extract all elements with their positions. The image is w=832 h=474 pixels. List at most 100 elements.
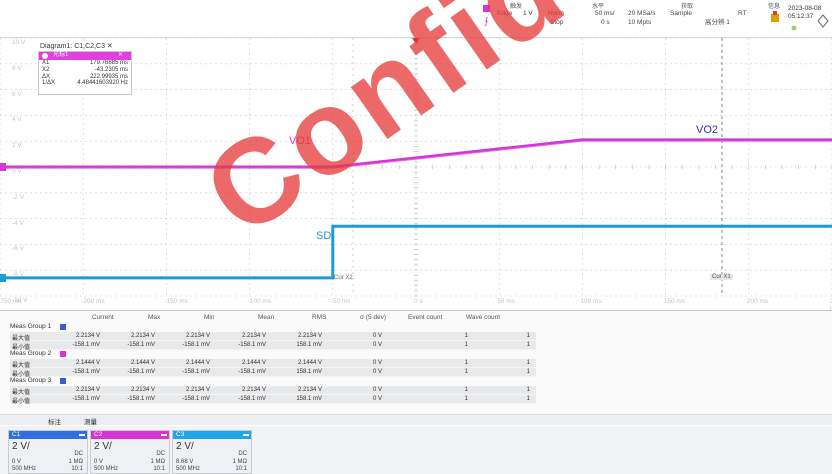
acquire-extra[interactable]: 高分辨 1 — [705, 19, 730, 27]
x-axis-tick-label: -250 ms — [0, 298, 22, 305]
table-cell: -158.1 mV — [238, 369, 266, 375]
diagram-title[interactable]: Diagram1: C1,C2,C3 ✕ — [40, 42, 113, 50]
cursor-row-value: 222.99935 ms — [89, 73, 128, 80]
x-axis-tick-label: 50 ms — [497, 298, 515, 305]
channel-bar: C1 2 V/DC 0 V 1 MΩ 500 MHz 10:1 C2 2 V/DC 0 V 1 M… — [0, 426, 832, 474]
channel-scale[interactable]: 2 V/ — [176, 441, 194, 452]
measurement-column-header[interactable]: Current — [92, 314, 114, 321]
trigger-position-marker — [412, 38, 420, 44]
cursor-row: 1/ΔX 4.48441603920 Hz — [39, 80, 131, 87]
table-cell: 2.2134 V — [241, 387, 266, 393]
run-stop-icon[interactable] — [770, 11, 780, 23]
minimize-icon[interactable] — [243, 434, 249, 436]
minimize-icon[interactable] — [79, 434, 85, 436]
measurement-group-title[interactable]: Meas Group 1 — [10, 323, 51, 330]
minimize-icon[interactable] — [161, 434, 167, 436]
sample-rate[interactable]: 20 MSa/s — [628, 10, 655, 18]
channel-coupling[interactable]: DC — [156, 451, 165, 457]
cursor-x1-marker[interactable]: Cur X1 — [710, 274, 733, 280]
trigger-source-swatch — [483, 5, 490, 12]
measurement-column-header[interactable]: Mean — [258, 314, 274, 321]
channel-offset[interactable]: 0 V — [94, 459, 103, 465]
measurement-column-header[interactable]: Event count — [408, 314, 442, 321]
horizontal-offset[interactable]: 0 s — [601, 19, 610, 27]
tab-annotation[interactable]: 标注 — [48, 416, 61, 426]
waveform-area[interactable]: 10 V8 V6 V4 V2 V0 V -2 V -4 V -6 V -8 V -10 V… — [0, 38, 832, 311]
cursor-rows: X1 179.76885 ms X2 -43.2305 ms ΔX 222.99935 m… — [39, 60, 131, 87]
table-cell: -158.1 mV — [182, 369, 210, 375]
signal-label-vo1: VO1 — [289, 135, 312, 147]
row-label: 最小值 — [12, 399, 31, 405]
measurement-group-swatch — [60, 351, 66, 357]
table-cell: 158.1 mV — [296, 369, 322, 375]
channel-id: C1 — [12, 431, 21, 438]
measurement-group-title[interactable]: Meas Group 2 — [10, 350, 51, 357]
cursor-x2-marker[interactable]: Cur X2 — [334, 275, 353, 281]
channel-box-c1[interactable]: C1 2 V/DC 0 V 1 MΩ 500 MHz 10:1 — [8, 430, 88, 474]
table-row[interactable]: 最小值 -158.1 mV -158.1 mV -158.1 mV -158.1 mV 1… — [10, 395, 536, 405]
settings-diamond-icon[interactable] — [817, 14, 829, 28]
trigger-type[interactable]: Edge — [497, 10, 512, 18]
channel-impedance[interactable]: 1 MΩ — [151, 459, 166, 465]
table-cell: 1 — [464, 387, 468, 393]
table-cell: 2.2134 V — [130, 387, 155, 393]
table-row[interactable]: 最大值 2.1444 V 2.1444 V 2.1444 V 2.1444 V 2.144… — [10, 359, 536, 369]
table-cell: -158.1 mV — [182, 342, 210, 348]
trigger-state[interactable]: Stop — [550, 19, 563, 27]
measurement-column-header[interactable]: Max — [148, 314, 160, 321]
channel-coupling[interactable]: DC — [238, 451, 247, 457]
measurement-column-header[interactable]: σ (5 dev) — [360, 314, 386, 321]
table-cell: 1 — [526, 342, 530, 348]
channel-probe-ratio[interactable]: 10:1 — [71, 466, 83, 472]
table-cell: 1 — [526, 396, 530, 402]
channel-bandwidth[interactable]: 500 MHz — [176, 466, 200, 472]
gear-icon[interactable] — [42, 53, 48, 59]
channel-offset[interactable]: 0 V — [12, 459, 21, 465]
acquire-mode[interactable]: Sample — [670, 10, 692, 18]
rt-indicator: RT — [738, 10, 747, 17]
record-length[interactable]: 10 Mpts — [628, 19, 651, 27]
channel-coupling[interactable]: DC — [74, 451, 83, 457]
channel-header: C3 — [173, 431, 251, 439]
horizontal-scale[interactable]: 50 ms/ — [595, 10, 615, 18]
channel-impedance[interactable]: 1 MΩ — [233, 459, 248, 465]
channel-bandwidth[interactable]: 500 MHz — [12, 466, 36, 472]
acquire-caption: 获取 — [681, 4, 694, 10]
table-cell: 1 — [526, 369, 530, 375]
channel-bandwidth[interactable]: 500 MHz — [94, 466, 118, 472]
trigger-level[interactable]: 1 V — [523, 10, 533, 18]
channel-probe-ratio[interactable]: 10:1 — [235, 466, 247, 472]
info-caption: 信息 — [768, 4, 781, 10]
cursor-row-value: 4.48441603920 Hz — [77, 80, 128, 87]
table-row[interactable]: 最大值 2.2134 V 2.2134 V 2.2134 V 2.2134 V 2.213… — [10, 332, 536, 342]
channel-impedance[interactable]: 1 MΩ — [69, 459, 84, 465]
x-axis-tick-label: -200 ms — [81, 298, 105, 305]
channel-scale[interactable]: 2 V/ — [12, 441, 30, 452]
measurement-column-header[interactable]: Wave count — [466, 314, 500, 321]
trigger-mode[interactable]: Norm — [548, 10, 564, 18]
y-axis-tick-label: -4 V — [12, 219, 24, 227]
channel-scale[interactable]: 2 V/ — [94, 441, 112, 452]
cursor-readout-panel[interactable]: 光标1 ✕ X1 179.76885 ms X2 -43.2305 ms ΔX 222.9… — [38, 51, 132, 95]
y-axis-tick-label: 0 V — [12, 168, 22, 175]
channel-marker-c2 — [0, 163, 6, 171]
measurement-column-header[interactable]: Min — [204, 314, 214, 321]
channel-offset[interactable]: 8.68 V — [176, 459, 193, 465]
cursor-row-label: ΔX — [42, 73, 51, 80]
channel-header: C1 — [9, 431, 87, 439]
tab-measure[interactable]: 测量 — [84, 416, 97, 426]
measurement-group-title[interactable]: Meas Group 3 — [10, 377, 51, 384]
table-cell: 2.1444 V — [241, 360, 266, 366]
cursor-row-label: X1 — [42, 60, 50, 66]
channel-box-c2[interactable]: C2 2 V/DC 0 V 1 MΩ 500 MHz 10:1 — [90, 430, 170, 474]
close-icon[interactable]: ✕ — [118, 52, 123, 59]
measurement-group-swatch — [60, 378, 66, 384]
channel-probe-ratio[interactable]: 10:1 — [153, 466, 165, 472]
table-row[interactable]: 最大值 2.2134 V 2.2134 V 2.2134 V 2.2134 V 2.213… — [10, 386, 536, 396]
measurement-column-header[interactable]: RMS — [312, 314, 326, 321]
table-cell: 2.2134 V — [130, 333, 155, 339]
table-row[interactable]: 最小值 -158.1 mV -158.1 mV -158.1 mV -158.1 mV 1… — [10, 341, 536, 351]
table-row[interactable]: 最小值 -158.1 mV -158.1 mV -158.1 mV -158.1 mV 1… — [10, 368, 536, 378]
channel-box-c3[interactable]: C3 2 V/DC 8.68 V 1 MΩ 500 MHz 10:1 — [172, 430, 252, 474]
y-axis-tick-label: -8 V — [12, 271, 24, 279]
